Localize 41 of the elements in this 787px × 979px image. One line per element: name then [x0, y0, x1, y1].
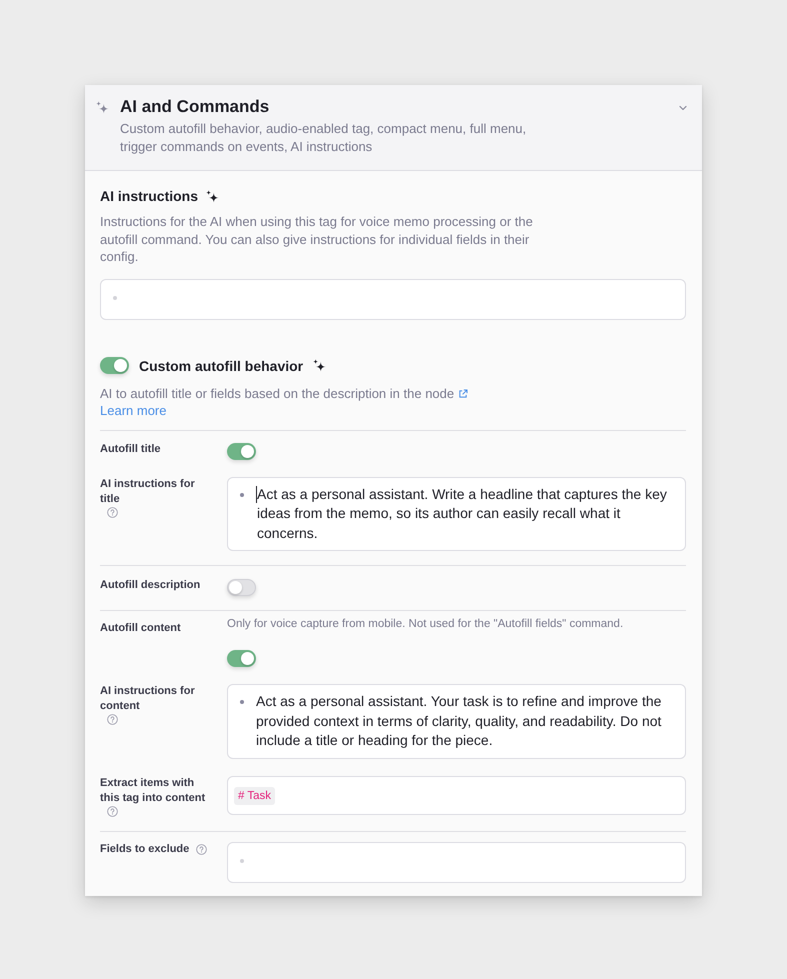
outline-field[interactable]: Act as a personal assistant. Your task is to refine and improve the provided context in terms of clarity, quality, and readability. Do not include a title or heading for the piece.: [227, 684, 686, 758]
outline-field[interactable]: [100, 278, 686, 320]
field-label: AI instructions for title: [100, 476, 196, 506]
section-description: Instructions for the AI when using this tag for voice memo processing or the autofill command. You can also give instructions for individual fields in their config.: [100, 213, 534, 266]
outline-item-text: Act as a personal assistant. Your task is to refine and improve the provided context in terms of clarity, quality, and readability. Do not include a title or heading for the piece.: [256, 692, 662, 750]
field-label: Autofill description: [100, 578, 200, 593]
field-label: Autofill content: [100, 621, 181, 636]
outline-item-text: Act as a personal assistant. Write a headline that captures the key ideas from the memo, so its author can easily recall what it concerns.: [257, 484, 668, 542]
field-hint: Only for voice capture from mobile. Not used for the "Autofill fields" command.: [227, 617, 624, 632]
field-label: Extract items with this tag into content: [100, 776, 206, 806]
sparkle-icon: [313, 359, 326, 372]
bullet-icon: [240, 700, 244, 704]
bullet-icon: [240, 492, 244, 496]
field-label: Fields to exclude: [100, 842, 190, 856]
outline-field[interactable]: [227, 842, 686, 882]
help-icon[interactable]: [107, 506, 118, 518]
tag-chip[interactable]: # Task: [234, 786, 276, 804]
toggle-switch[interactable]: [227, 650, 256, 667]
section-title: Custom autofill behavior: [139, 356, 304, 376]
help-icon[interactable]: [107, 806, 118, 816]
section-title: AI instructions: [100, 187, 198, 206]
panel-subtitle: Custom autofill behavior, audio-enabled tag, compact menu, full menu, trigger commands on events, AI instructions: [120, 120, 528, 155]
field-label: Autofill title: [100, 442, 160, 456]
sparkle-icon: [206, 190, 220, 202]
text-cursor: [256, 486, 257, 502]
help-icon[interactable]: [107, 714, 118, 725]
help-icon[interactable]: [196, 844, 208, 854]
tag-field[interactable]: # Task: [227, 776, 686, 814]
section-description: AI to autofill title or fields based on the description in the node Learn more: [100, 384, 520, 420]
outline-field[interactable]: Act as a personal assistant. Write a headline that captures the key ideas from the memo, so its author can easily recall what it concerns.: [227, 476, 686, 551]
bullet-icon: [113, 296, 117, 300]
panel-title: AI and Commands: [120, 96, 270, 118]
sparkle-icon: [96, 101, 109, 114]
toggle-switch[interactable]: [100, 357, 129, 374]
toggle-switch[interactable]: [227, 579, 256, 596]
learn-more-link[interactable]: Learn more: [100, 403, 166, 418]
bullet-icon: [240, 858, 244, 862]
chevron-down-icon[interactable]: [678, 103, 688, 113]
toggle-switch[interactable]: [227, 442, 256, 460]
field-label: AI instructions for content: [100, 684, 196, 714]
external-link-icon: [458, 388, 468, 398]
